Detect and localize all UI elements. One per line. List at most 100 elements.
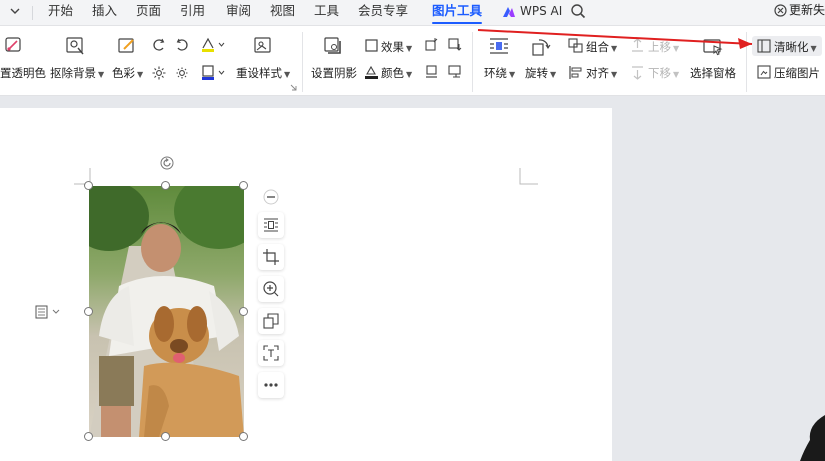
compress-picture-icon[interactable] [757,65,771,79]
set-transparent-icon[interactable] [2,36,24,56]
tab-picture-tools[interactable]: 图片工具 [432,0,483,26]
chevron-down-icon: ▼ [611,44,618,53]
send-backward-button: 下移 ▼ [648,65,679,81]
selection-pane-icon[interactable] [702,36,724,58]
scan-text-icon [263,345,279,361]
border-color-icon[interactable] [200,64,226,82]
color-icon[interactable] [116,35,138,57]
color-label: 色彩 [112,66,135,80]
bring-forward-icon [632,38,643,52]
chevron-down-icon: ▼ [550,70,557,79]
replace-icon [263,313,279,329]
resize-handle-top-left[interactable] [84,181,93,190]
send-backward-label: 下移 [648,66,671,80]
increase-brightness-icon[interactable] [152,66,166,80]
save-picture-icon[interactable] [447,64,462,79]
wps-ai-icon [503,7,515,17]
set-shadow-button[interactable]: 设置阴影 [311,65,357,81]
set-transparent-button[interactable]: 置透明色 [0,65,46,81]
dialog-launcher-icon[interactable] [290,84,297,91]
resize-handle-right[interactable] [239,307,248,316]
tab-insert[interactable]: 插入 [92,0,117,26]
set-shadow-icon[interactable] [322,35,344,57]
chevron-down-icon: ▼ [98,70,105,79]
chevron-down-icon: ▼ [284,70,291,79]
group-label: 组合 [586,40,609,54]
resize-handle-bottom-right[interactable] [239,432,248,441]
sharpen-icon[interactable] [757,39,771,53]
chevron-down-icon: ▼ [137,70,144,79]
increase-contrast-icon[interactable] [152,38,166,52]
more-options-button[interactable] [258,372,284,398]
text-wrap-icon [264,218,278,232]
selection-pane-button[interactable]: 选择窗格 [690,65,736,81]
chevron-down-icon: ▼ [406,70,413,79]
resize-handle-left[interactable] [84,307,93,316]
tab-references[interactable]: 引用 [180,0,205,26]
resize-handle-bottom[interactable] [161,432,170,441]
rotate-handle-icon[interactable] [160,156,174,170]
resize-handle-top-right[interactable] [239,181,248,190]
search-icon[interactable] [570,3,586,19]
fill-color-icon[interactable] [364,64,379,80]
tab-review[interactable]: 审阅 [226,0,251,26]
bring-forward-button: 上移 ▼ [648,39,679,55]
chevron-down-icon: ▼ [406,44,413,53]
compress-picture-button[interactable]: 压缩图片 [774,65,820,81]
decrease-brightness-icon[interactable] [175,66,189,80]
send-backward-icon [632,66,643,80]
align-button[interactable]: 对齐 ▼ [586,65,617,81]
remove-background-label: 抠除背景 [50,66,96,80]
wps-ai-button[interactable]: WPS AI [520,0,562,26]
zoom-quick-button[interactable] [258,276,284,302]
tab-page[interactable]: 页面 [136,0,161,26]
reset-style-label: 重设样式 [236,66,282,80]
more-icon [264,383,278,387]
resize-handle-bottom-left[interactable] [84,432,93,441]
picture-to-text-icon[interactable] [424,64,439,79]
extract-text-quick-button[interactable] [258,340,284,366]
remove-background-button[interactable]: 抠除背景 ▼ [50,65,104,81]
decrease-contrast-icon[interactable] [175,38,189,52]
crop-picture-icon[interactable] [424,37,439,52]
reset-style-button[interactable]: 重设样式 ▼ [236,65,290,81]
collapse-toolbar-button[interactable] [258,186,284,208]
fill-color-label: 颜色 [381,66,404,80]
chevron-down-icon[interactable] [8,4,22,18]
crop-quick-button[interactable] [258,244,284,270]
chevron-down-icon: ▼ [509,70,516,79]
replace-quick-button[interactable] [258,308,284,334]
group-icon[interactable] [568,38,583,53]
wrap-text-quick-button[interactable] [258,212,284,238]
selected-photo[interactable] [89,186,244,437]
reset-style-icon[interactable] [252,35,274,57]
tab-view[interactable]: 视图 [270,0,295,26]
rotate-label: 旋转 [525,66,548,80]
fill-color-button[interactable]: 颜色 ▼ [381,65,412,81]
zoom-in-icon [263,281,279,297]
tab-home[interactable]: 开始 [48,0,73,26]
tab-tools[interactable]: 工具 [314,0,339,26]
align-icon[interactable] [568,65,583,80]
rotate-icon[interactable] [530,36,552,58]
remove-background-icon[interactable] [64,35,86,57]
tab-member[interactable]: 会员专享 [358,0,408,26]
crop-mark [519,168,538,185]
ribbon-divider [302,32,303,92]
layout-options-icon[interactable] [34,305,64,319]
replace-picture-icon[interactable] [447,37,462,52]
effects-button[interactable]: 效果 ▼ [381,39,412,55]
group-button[interactable]: 组合 ▼ [586,39,617,55]
sharpen-button[interactable]: 清晰化 ▼ [774,39,817,55]
wrap-label: 环绕 [484,66,507,80]
update-status[interactable]: 更新失 [774,0,825,26]
rotate-button[interactable]: 旋转 ▼ [525,65,556,81]
resize-handle-top[interactable] [161,181,170,190]
effects-icon[interactable] [365,39,378,52]
wrap-button[interactable]: 环绕 ▼ [484,65,515,81]
corner-image-fragment [800,415,825,461]
color-button[interactable]: 色彩 ▼ [112,65,143,81]
text-wrap-icon[interactable] [488,36,510,56]
picture-quick-toolbar [258,186,284,398]
highlight-color-icon[interactable] [200,37,226,53]
